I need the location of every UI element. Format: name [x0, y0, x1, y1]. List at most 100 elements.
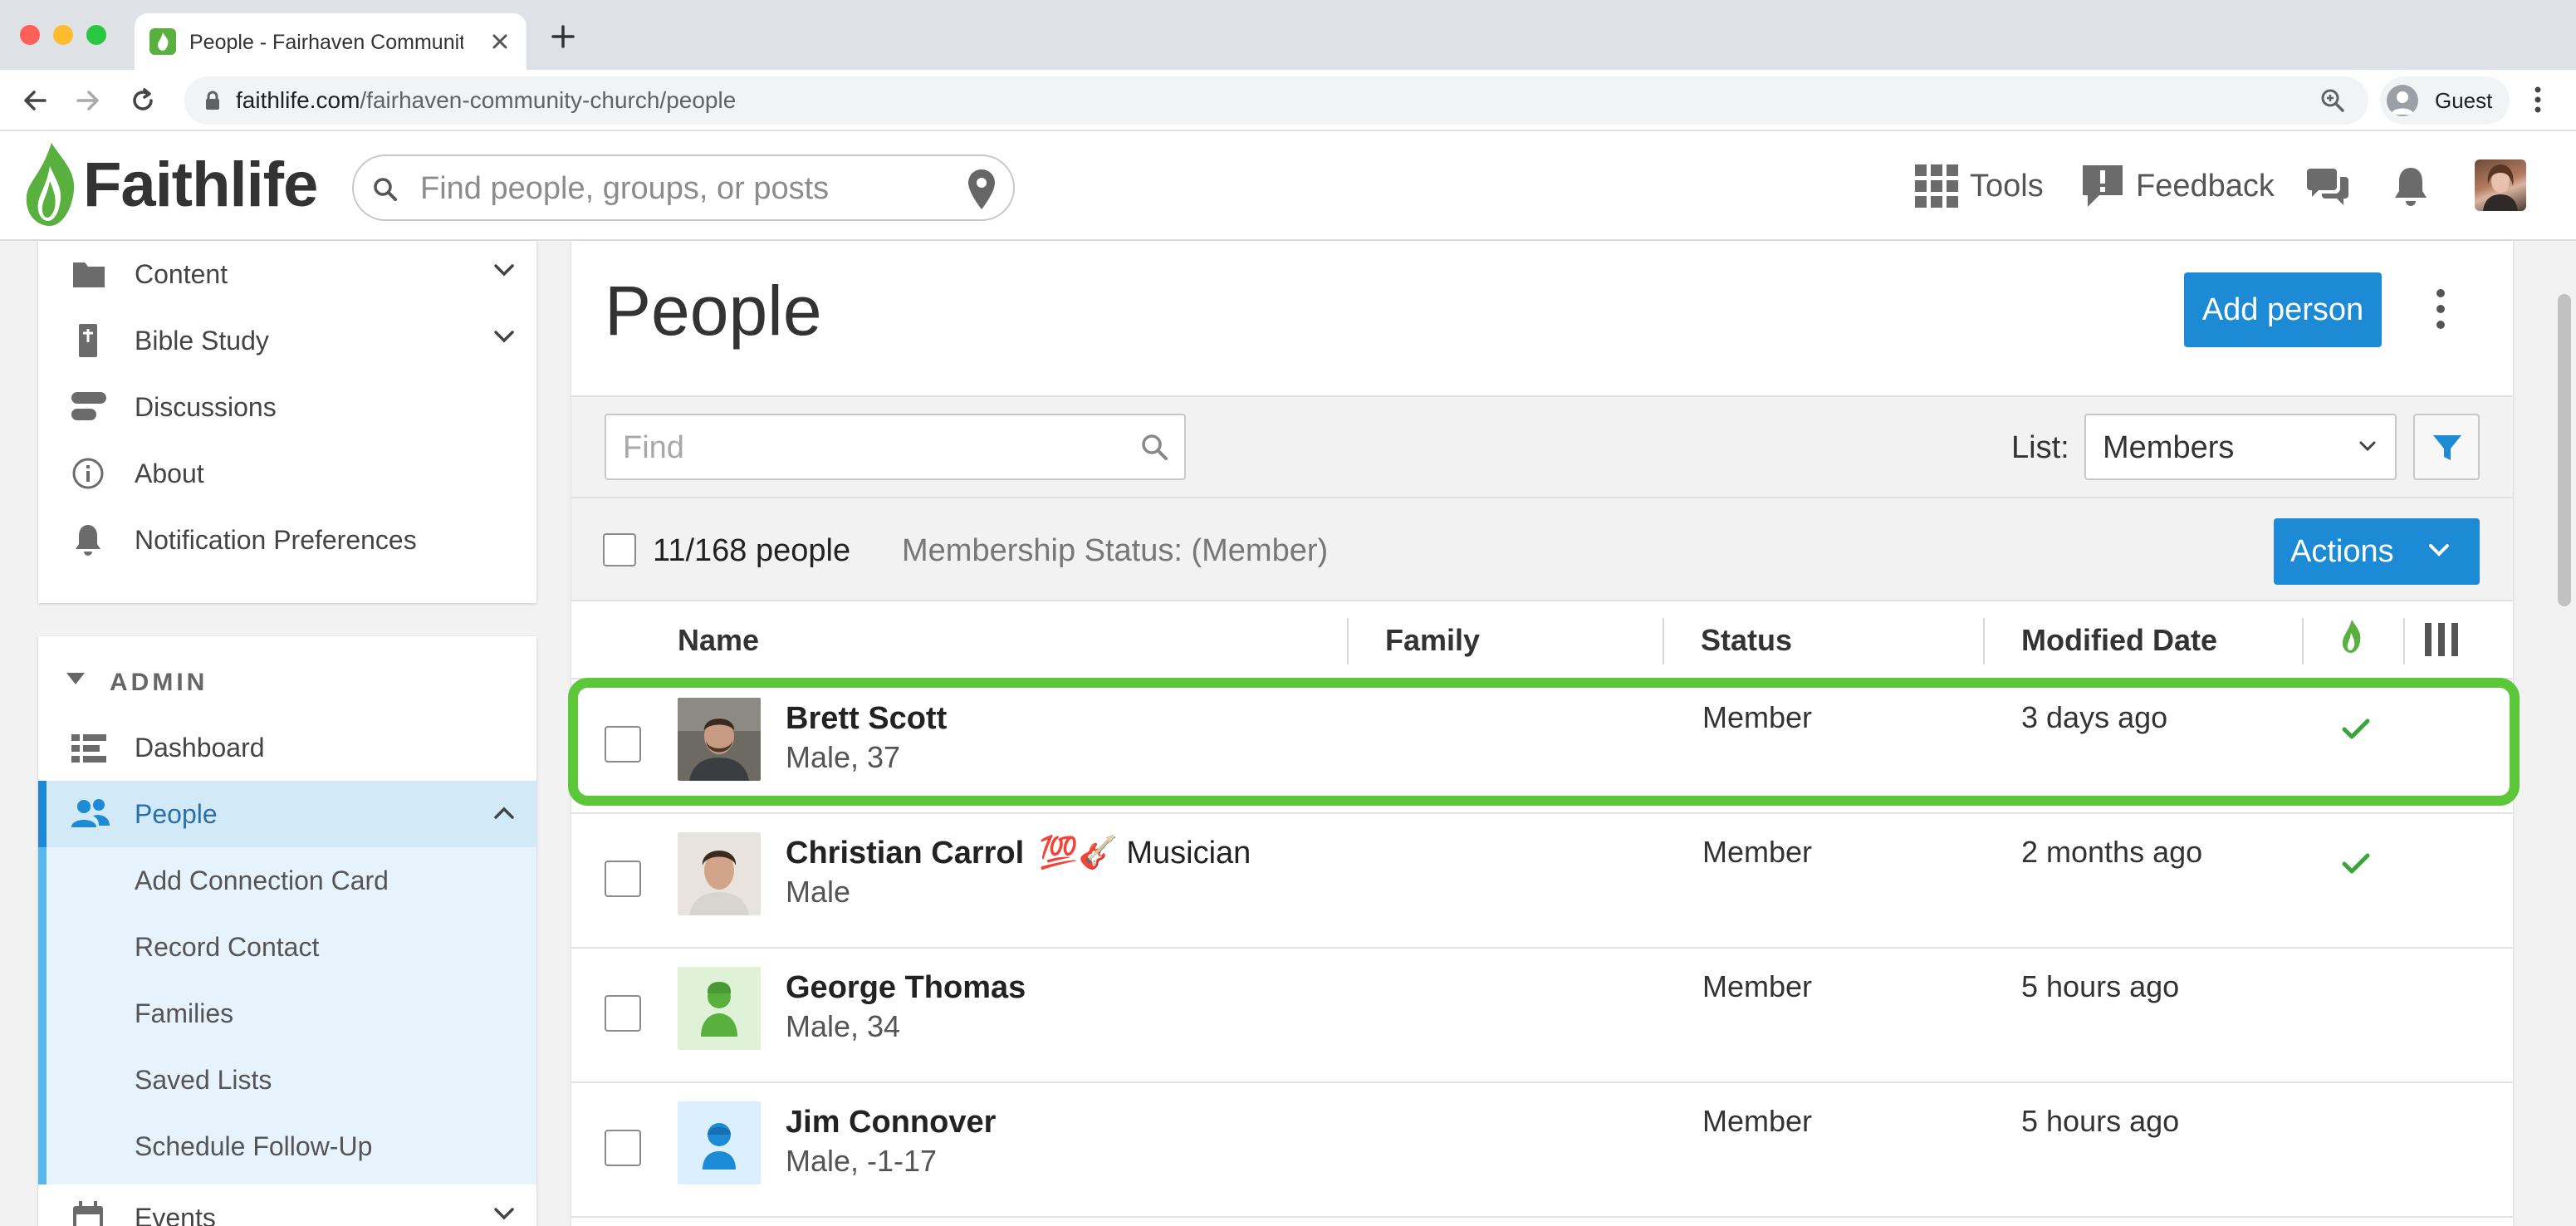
caret-down-icon [66, 673, 85, 684]
zoom-icon[interactable] [2320, 88, 2345, 113]
sidebar-item-label: Discussions [135, 392, 277, 422]
column-divider[interactable] [1347, 618, 1349, 664]
column-divider[interactable] [1983, 618, 1985, 664]
table-row[interactable]: George Thomas Male, 34 Member 5 hours ag… [571, 949, 2513, 1083]
search-icon [1139, 432, 1169, 462]
person-status: Member [1702, 1104, 1813, 1138]
close-tab-icon[interactable] [490, 32, 510, 51]
minimize-window-button[interactable] [53, 25, 73, 45]
column-chooser-icon[interactable] [2425, 623, 2458, 656]
sidebar-item-events[interactable]: Events [38, 1184, 536, 1226]
person-name[interactable]: Jim Connover [786, 1103, 996, 1141]
location-pin-icon[interactable] [967, 168, 997, 211]
column-header-name[interactable]: Name [678, 621, 759, 660]
actions-button[interactable]: Actions [2274, 518, 2480, 585]
find-input[interactable] [623, 425, 1121, 470]
chevron-down-icon[interactable] [493, 329, 515, 344]
messages-button[interactable] [2307, 163, 2348, 209]
person-modified-date: 2 months ago [2021, 835, 2203, 869]
faithlife-logo-text[interactable]: Faithlife [83, 150, 318, 221]
admin-section-header[interactable]: ADMIN [38, 636, 536, 726]
address-bar[interactable]: faithlife.com/fairhaven-community-church… [184, 76, 2368, 125]
select-all-checkbox[interactable] [603, 533, 636, 566]
feedback-button[interactable]: Feedback [2081, 163, 2275, 209]
sidebar-item-about[interactable]: About [38, 440, 536, 507]
faithlife-user-column-icon[interactable] [2340, 620, 2362, 653]
faithlife-flame-icon[interactable] [22, 141, 80, 228]
tools-menu[interactable]: Tools [1915, 163, 2044, 209]
sidebar-subitem-label: Record Contact [135, 932, 320, 962]
chevron-up-icon[interactable] [493, 806, 515, 821]
list-select-value: Members [2103, 430, 2235, 465]
person-detail: Male, 34 [786, 1009, 901, 1043]
back-arrow-icon[interactable] [22, 87, 48, 114]
avatar[interactable] [678, 1101, 761, 1184]
sidebar-item-content[interactable]: Content [38, 241, 536, 307]
global-search-input[interactable] [420, 166, 918, 211]
more-options-icon[interactable] [2435, 287, 2446, 331]
sidebar-item-notification-preferences[interactable]: Notification Preferences [38, 507, 536, 573]
profile-button[interactable]: Guest [2380, 76, 2510, 125]
close-window-button[interactable] [20, 25, 40, 45]
chevron-down-icon[interactable] [493, 1206, 515, 1221]
person-name[interactable]: George Thomas [786, 969, 1026, 1007]
table-row[interactable]: Brett Scott Male, 37 Member 3 days ago [571, 679, 2513, 814]
sidebar-item-dashboard[interactable]: Dashboard [38, 714, 536, 781]
feedback-label: Feedback [2136, 168, 2275, 204]
bell-icon [71, 523, 106, 557]
grid-icon [1915, 164, 1958, 208]
maximize-window-button[interactable] [86, 25, 106, 45]
sidebar-subitem-schedule-follow-up[interactable]: Schedule Follow-Up [47, 1113, 536, 1179]
filter-summary: Membership Status: (Member) [902, 533, 1329, 568]
global-search[interactable] [352, 154, 1015, 221]
browser-tab[interactable]: People - Fairhaven Community Church [135, 13, 526, 70]
folder-icon [71, 257, 106, 291]
dashboard-icon [71, 731, 106, 764]
chevron-down-icon[interactable] [493, 262, 515, 277]
lock-icon [204, 91, 221, 110]
column-divider[interactable] [2302, 618, 2304, 664]
add-person-button[interactable]: Add person [2184, 272, 2382, 347]
sidebar-item-discussions[interactable]: Discussions [38, 374, 536, 440]
person-status: Member [1702, 969, 1813, 1003]
column-divider[interactable] [1663, 618, 1664, 664]
browser-menu-icon[interactable] [2533, 85, 2543, 115]
sidebar-subitem-record-contact[interactable]: Record Contact [47, 914, 536, 980]
user-avatar[interactable] [2475, 159, 2526, 211]
person-name[interactable]: Christian Carrol 💯🎸 Musician [786, 834, 1251, 872]
actions-label: Actions [2290, 533, 2394, 569]
person-detail: Male [786, 875, 851, 909]
filter-button[interactable] [2413, 414, 2480, 480]
sidebar-item-people[interactable]: People [38, 781, 536, 847]
list-select[interactable]: Members [2084, 414, 2397, 480]
browser-tab-title: People - Fairhaven Community Church [189, 31, 463, 54]
selection-count: 11/168 people [653, 533, 851, 568]
person-name[interactable]: Brett Scott [786, 699, 947, 738]
avatar[interactable] [678, 832, 761, 915]
column-header-family[interactable]: Family [1385, 621, 1480, 660]
forward-arrow-icon[interactable] [75, 87, 101, 114]
page-scrollbar-thumb[interactable] [2558, 294, 2571, 606]
profile-label: Guest [2435, 88, 2493, 113]
new-tab-icon[interactable] [551, 25, 575, 48]
row-checkbox[interactable] [605, 861, 641, 897]
column-header-status[interactable]: Status [1701, 621, 1792, 660]
browser-toolbar: faithlife.com/fairhaven-community-church… [0, 70, 2576, 131]
sidebar-subitem-families[interactable]: Families [47, 980, 536, 1047]
sidebar-item-bible-study[interactable]: Bible Study [38, 307, 536, 374]
table-row[interactable]: Jim Connover Male, -1-17 Member 5 hours … [571, 1083, 2513, 1218]
row-checkbox[interactable] [605, 1130, 641, 1166]
sidebar-subitem-add-connection-card[interactable]: Add Connection Card [47, 847, 536, 914]
avatar[interactable] [678, 698, 761, 781]
notifications-button[interactable] [2393, 163, 2428, 209]
sidebar-subitem-saved-lists[interactable]: Saved Lists [47, 1047, 536, 1113]
people-submenu: Add Connection Card Record Contact Famil… [38, 847, 536, 1226]
row-checkbox[interactable] [605, 726, 641, 763]
column-header-modified-date[interactable]: Modified Date [2021, 621, 2217, 660]
faithlife-favicon-icon [149, 28, 176, 55]
avatar[interactable] [678, 967, 761, 1050]
find-field[interactable] [605, 414, 1186, 480]
table-row[interactable]: Christian Carrol 💯🎸 Musician Male Member … [571, 814, 2513, 949]
reload-icon[interactable] [130, 87, 156, 114]
row-checkbox[interactable] [605, 995, 641, 1032]
